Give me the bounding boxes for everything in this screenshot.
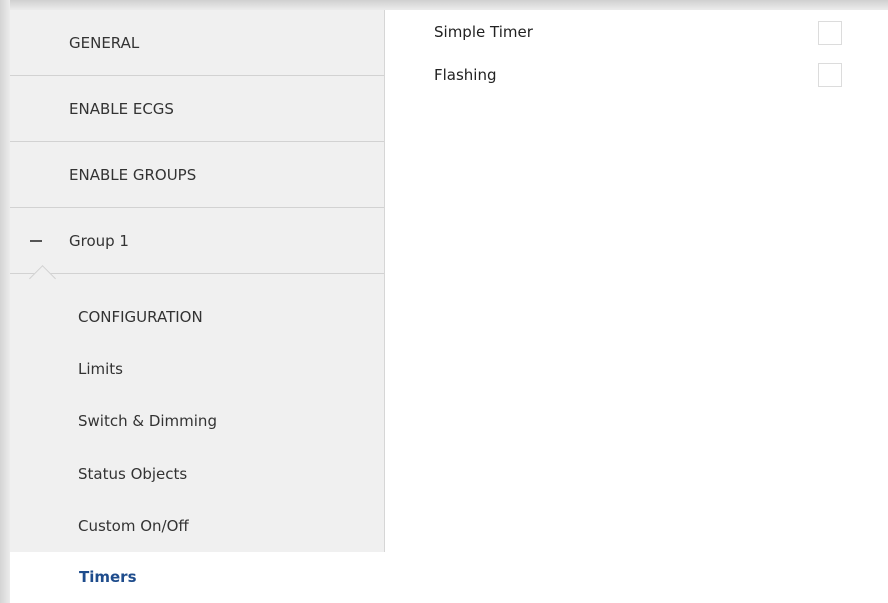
sidebar-item-label: ENABLE ECGS xyxy=(69,99,174,118)
sidebar-item-group-1[interactable]: Group 1 xyxy=(10,208,384,274)
sidebar-subitem-configuration[interactable]: CONFIGURATION xyxy=(78,308,203,326)
window-shadow-left xyxy=(0,0,10,603)
param-label-flashing: Flashing xyxy=(434,66,497,84)
sidebar-subitem-status-objects[interactable]: Status Objects xyxy=(78,465,187,483)
sidebar-subitem-switch-dimming[interactable]: Switch & Dimming xyxy=(78,412,217,430)
window: GENERAL ENABLE ECGS ENABLE GROUPS Group … xyxy=(0,0,888,603)
sidebar-item-general[interactable]: GENERAL xyxy=(10,10,384,76)
sidebar: GENERAL ENABLE ECGS ENABLE GROUPS Group … xyxy=(10,10,385,603)
sidebar-item-enable-groups[interactable]: ENABLE GROUPS xyxy=(10,142,384,208)
simple-timer-checkbox[interactable] xyxy=(818,21,842,45)
minus-icon[interactable] xyxy=(30,240,42,242)
param-label-simple-timer: Simple Timer xyxy=(434,23,533,41)
window-shadow-top xyxy=(0,0,888,10)
sidebar-subitem-limits[interactable]: Limits xyxy=(78,360,123,378)
sidebar-item-label: ENABLE GROUPS xyxy=(69,165,197,184)
sidebar-subitem-custom-on-off[interactable]: Custom On/Off xyxy=(78,517,189,535)
flashing-checkbox[interactable] xyxy=(818,63,842,87)
sidebar-subitem-label: Timers xyxy=(79,568,137,586)
sidebar-item-label: GENERAL xyxy=(69,33,140,52)
sidebar-subitem-timers[interactable]: Timers xyxy=(10,552,386,603)
sidebar-item-label: Group 1 xyxy=(69,231,129,250)
sidebar-item-enable-ecgs[interactable]: ENABLE ECGS xyxy=(10,76,384,142)
